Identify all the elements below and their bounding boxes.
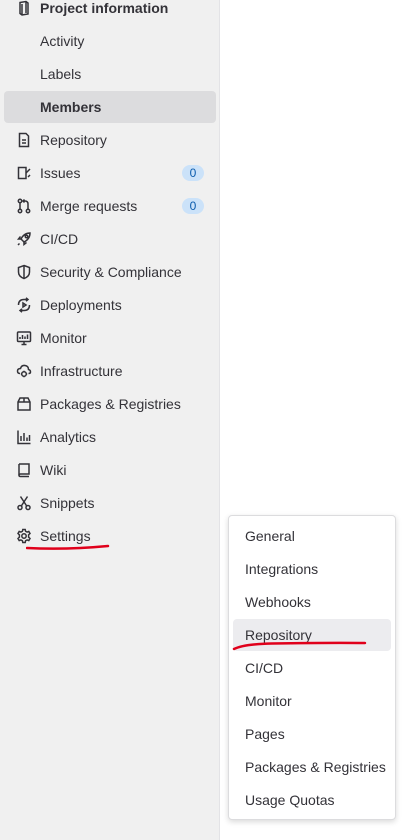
flyout-item-label: Monitor bbox=[245, 693, 292, 709]
sidebar-item-label: Deployments bbox=[40, 297, 122, 313]
project-information-icon bbox=[16, 0, 32, 16]
issues-icon bbox=[16, 165, 32, 181]
rocket-icon bbox=[16, 231, 32, 247]
sidebar-item-issues[interactable]: Issues 0 bbox=[4, 157, 216, 189]
sidebar-item-label: Infrastructure bbox=[40, 363, 123, 379]
sidebar-item-label: Project information bbox=[40, 0, 169, 16]
sidebar-item-deployments[interactable]: Deployments bbox=[4, 289, 216, 321]
flyout-item-packages-registries[interactable]: Packages & Registries bbox=[233, 751, 391, 783]
sidebar-item-members[interactable]: Members bbox=[4, 91, 216, 123]
flyout-item-label: CI/CD bbox=[245, 660, 284, 676]
sidebar-item-label: Packages & Registries bbox=[40, 396, 181, 412]
flyout-item-label: General bbox=[245, 528, 295, 544]
flyout-item-monitor[interactable]: Monitor bbox=[233, 685, 391, 717]
sidebar-item-label: CI/CD bbox=[40, 231, 79, 247]
sidebar-item-snippets[interactable]: Snippets bbox=[4, 487, 216, 519]
settings-underline-annotation bbox=[26, 544, 110, 550]
merge-requests-count-badge: 0 bbox=[182, 198, 204, 214]
settings-flyout-menu: General Integrations Webhooks Repository… bbox=[228, 515, 396, 820]
sidebar-item-label: Settings bbox=[40, 528, 91, 544]
sidebar-item-label: Security & Compliance bbox=[40, 264, 182, 280]
merge-request-icon bbox=[16, 198, 32, 214]
sidebar-item-label: Wiki bbox=[40, 462, 67, 478]
sidebar-item-label: Repository bbox=[40, 132, 107, 148]
flyout-item-label: Usage Quotas bbox=[245, 792, 335, 808]
flyout-item-label: Integrations bbox=[245, 561, 319, 577]
doc-icon bbox=[16, 132, 32, 148]
repository-underline-annotation bbox=[232, 641, 367, 651]
chart-icon bbox=[16, 429, 32, 445]
sidebar-item-label: Members bbox=[40, 99, 102, 115]
sidebar-item-security-compliance[interactable]: Security & Compliance bbox=[4, 256, 216, 288]
flyout-item-label: Packages & Registries bbox=[245, 759, 386, 775]
sidebar-item-label: Merge requests bbox=[40, 198, 138, 214]
sidebar-item-label: Labels bbox=[40, 66, 82, 82]
sidebar-item-label: Snippets bbox=[40, 495, 95, 511]
flyout-item-label: Webhooks bbox=[245, 594, 311, 610]
sidebar-item-label: Monitor bbox=[40, 330, 87, 346]
sidebar-item-analytics[interactable]: Analytics bbox=[4, 421, 216, 453]
sidebar-item-project-information[interactable]: Project information bbox=[4, 0, 216, 24]
sidebar-item-label: Issues bbox=[40, 165, 81, 181]
flyout-item-webhooks[interactable]: Webhooks bbox=[233, 586, 391, 618]
book-icon bbox=[16, 462, 32, 478]
flyout-item-general[interactable]: General bbox=[233, 520, 391, 552]
sidebar-item-labels[interactable]: Labels bbox=[4, 58, 216, 90]
sidebar-item-wiki[interactable]: Wiki bbox=[4, 454, 216, 486]
sidebar-item-label: Activity bbox=[40, 33, 85, 49]
scissors-icon bbox=[16, 495, 32, 511]
cloud-gear-icon bbox=[16, 363, 32, 379]
issues-count-badge: 0 bbox=[182, 165, 204, 181]
gear-icon bbox=[16, 528, 32, 544]
sidebar-item-monitor[interactable]: Monitor bbox=[4, 322, 216, 354]
sidebar: Project information Activity Labels Memb… bbox=[0, 0, 220, 840]
flyout-item-label: Pages bbox=[245, 726, 285, 742]
flyout-item-pages[interactable]: Pages bbox=[233, 718, 391, 750]
monitor-icon bbox=[16, 330, 32, 346]
flyout-item-integrations[interactable]: Integrations bbox=[233, 553, 391, 585]
sidebar-item-activity[interactable]: Activity bbox=[4, 25, 216, 57]
sidebar-item-merge-requests[interactable]: Merge requests 0 bbox=[4, 190, 216, 222]
sidebar-item-infrastructure[interactable]: Infrastructure bbox=[4, 355, 216, 387]
shield-icon bbox=[16, 264, 32, 280]
package-icon bbox=[16, 396, 32, 412]
flyout-item-ci-cd[interactable]: CI/CD bbox=[233, 652, 391, 684]
deployments-icon bbox=[16, 297, 32, 313]
sidebar-item-packages-registries[interactable]: Packages & Registries bbox=[4, 388, 216, 420]
flyout-item-usage-quotas[interactable]: Usage Quotas bbox=[233, 784, 391, 816]
sidebar-item-label: Analytics bbox=[40, 429, 97, 445]
sidebar-item-repository[interactable]: Repository bbox=[4, 124, 216, 156]
sidebar-item-ci-cd[interactable]: CI/CD bbox=[4, 223, 216, 255]
